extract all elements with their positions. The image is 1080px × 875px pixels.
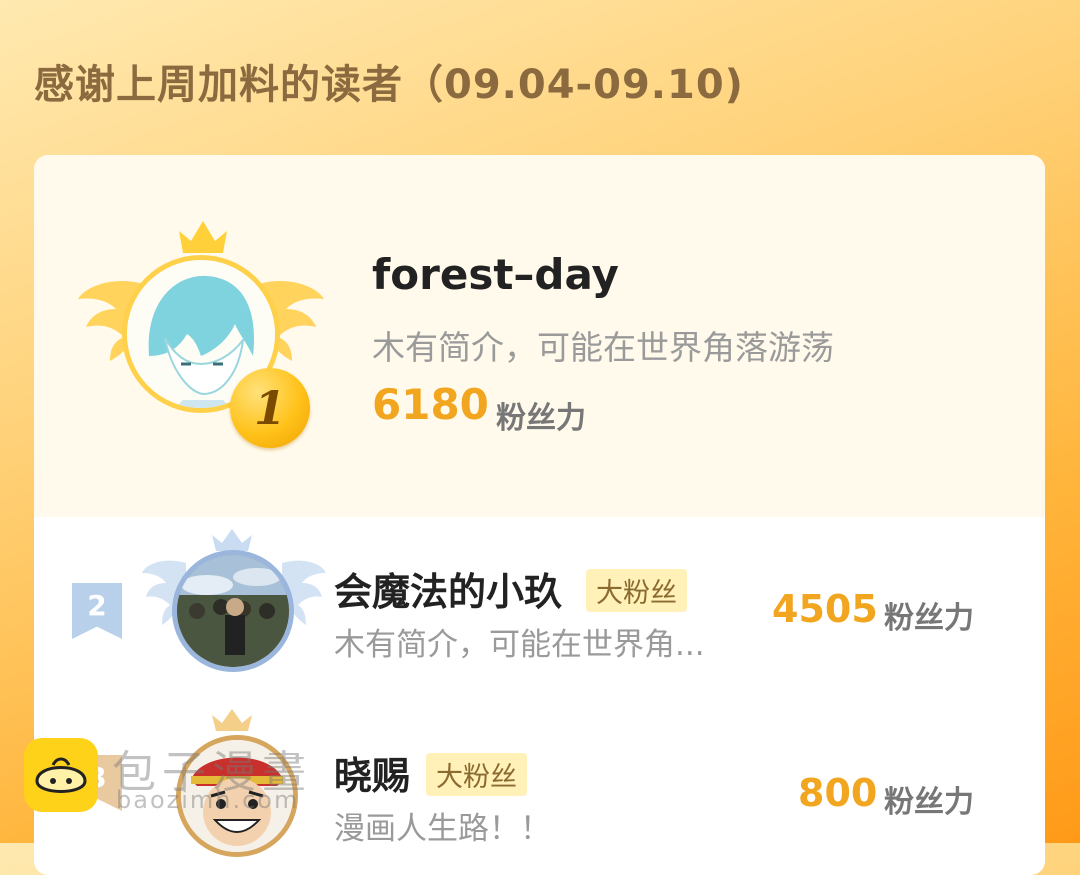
fan-level-tag: 大粉丝: [586, 569, 687, 612]
first-place-section[interactable]: 1 forest–day 木有简介，可能在世界角落游荡 6180 粉丝力: [34, 155, 1045, 517]
page-title: 感谢上周加料的读者（09.04-09.10): [34, 62, 744, 108]
user-bio: 漫画人生路！！: [334, 811, 551, 847]
user-name[interactable]: 晓赐: [334, 745, 410, 800]
bun-logo-icon: [24, 738, 98, 812]
list-item[interactable]: 2 会魔法的小玖 大粉丝 木有简介，可能在世界角... 4505 粉丝力: [34, 517, 1045, 672]
fan-level-tag: 大粉丝: [426, 753, 527, 796]
user-bio: 木有简介，可能在世界角...: [334, 627, 705, 663]
user-bio: 木有简介，可能在世界角落游荡: [372, 328, 834, 367]
crown-icon: [212, 709, 252, 731]
watermark: 包子漫畫 baozimh.com: [24, 736, 324, 826]
fan-power-score: 4505: [772, 587, 878, 631]
user-name[interactable]: forest–day: [372, 250, 619, 299]
crown-icon: [179, 221, 227, 253]
rank-1-badge: 1: [230, 368, 310, 448]
avatar[interactable]: [172, 550, 294, 672]
fan-power-label: 粉丝力: [884, 601, 974, 636]
fan-power-label: 粉丝力: [884, 785, 974, 820]
fan-power-score: 800: [798, 771, 878, 815]
fan-power-score: 6180: [372, 380, 489, 429]
photo-avatar-icon: [177, 555, 289, 667]
user-name[interactable]: 会魔法的小玖: [334, 561, 562, 616]
watermark-url: baozimh.com: [116, 786, 300, 814]
fan-power-label: 粉丝力: [496, 401, 586, 436]
rank-2-flag: 2: [72, 583, 122, 639]
